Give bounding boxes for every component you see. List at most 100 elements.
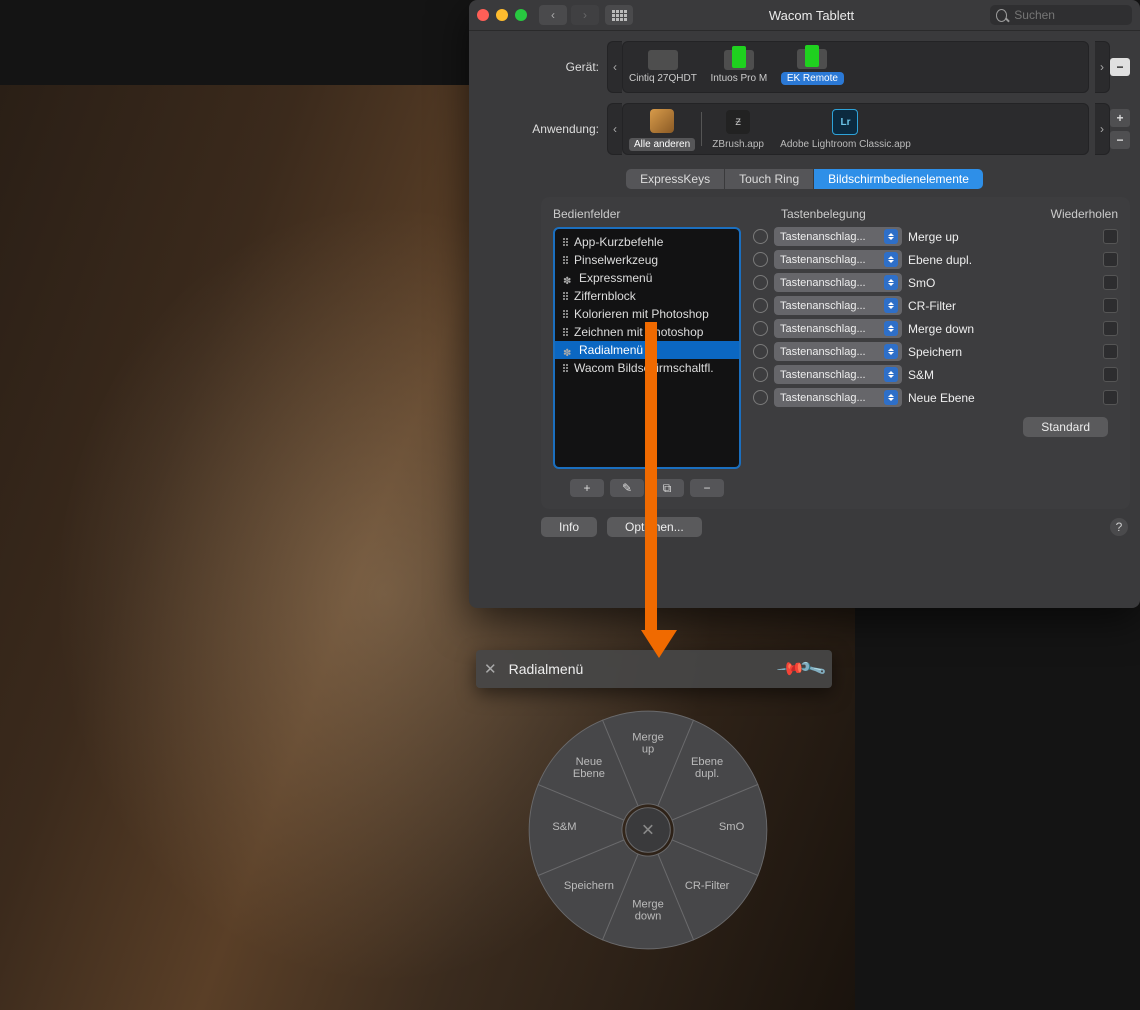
panel-delete-button[interactable]: − xyxy=(690,479,724,497)
panels-heading: Bedienfelder xyxy=(553,207,741,221)
application-item[interactable]: ƵZBrush.app xyxy=(708,108,768,150)
chevron-updown-icon xyxy=(884,229,898,244)
radial-center-close-icon[interactable]: ✕ xyxy=(641,821,655,840)
tab-touch-ring[interactable]: Touch Ring xyxy=(725,169,814,189)
panel-item[interactable]: Kolorieren mit Photoshop xyxy=(555,305,739,323)
repeat-checkbox[interactable] xyxy=(1103,275,1118,290)
assignment-label: S&M xyxy=(908,368,1097,382)
panel-item[interactable]: App-Kurzbefehle xyxy=(555,233,739,251)
application-item[interactable]: Alle anderen xyxy=(629,107,695,151)
radial-segment-label: Ebene xyxy=(573,768,605,780)
radial-segment-label: Speichern xyxy=(564,880,614,892)
tab-expresskeys[interactable]: ExpressKeys xyxy=(626,169,725,189)
device-scroll-left[interactable]: ‹ xyxy=(607,41,622,93)
assignment-type-select[interactable]: Tastenanschlag... xyxy=(774,227,902,246)
minimize-window-icon[interactable] xyxy=(496,9,508,21)
chevron-updown-icon xyxy=(884,321,898,336)
assignment-radio[interactable] xyxy=(753,367,768,382)
assignment-radio[interactable] xyxy=(753,298,768,313)
panel-item-label: Ziffernblock xyxy=(574,289,636,303)
combo-label: Tastenanschlag... xyxy=(780,369,866,381)
assignment-radio[interactable] xyxy=(753,390,768,405)
panel-item[interactable]: Wacom Bildschirmschaltfl. xyxy=(555,359,739,377)
panel-item[interactable]: Expressmenü xyxy=(555,269,739,287)
panel-add-button[interactable]: + xyxy=(570,479,604,497)
assignment-type-select[interactable]: Tastenanschlag... xyxy=(774,388,902,407)
panel-item-label: Zeichnen mit Photoshop xyxy=(574,325,703,339)
info-button[interactable]: Info xyxy=(541,517,597,537)
combo-label: Tastenanschlag... xyxy=(780,323,866,335)
zoom-window-icon[interactable] xyxy=(515,9,527,21)
repeat-checkbox[interactable] xyxy=(1103,321,1118,336)
preferences-window: ‹ › Wacom Tablett Gerät: ‹ Cintiq 27QHDT… xyxy=(469,0,1140,608)
repeat-checkbox[interactable] xyxy=(1103,390,1118,405)
radial-close-icon[interactable]: ✕ xyxy=(484,660,497,678)
panel-item[interactable]: Ziffernblock xyxy=(555,287,739,305)
repeat-checkbox[interactable] xyxy=(1103,344,1118,359)
assignment-radio[interactable] xyxy=(753,229,768,244)
repeat-checkbox[interactable] xyxy=(1103,252,1118,267)
device-item[interactable]: Intuos Pro M xyxy=(709,50,769,84)
assignment-radio[interactable] xyxy=(753,344,768,359)
app-scroll-left[interactable]: ‹ xyxy=(607,103,622,155)
grip-icon xyxy=(563,364,568,372)
panel-item-label: Expressmenü xyxy=(579,271,652,285)
device-name: Cintiq 27QHDT xyxy=(629,73,697,84)
assignment-row: Tastenanschlag...Ebene dupl. xyxy=(753,250,1118,269)
panel-item[interactable]: Radialmenü xyxy=(555,341,739,359)
standard-button[interactable]: Standard xyxy=(1023,417,1108,437)
assignment-row: Tastenanschlag...Neue Ebene xyxy=(753,388,1118,407)
app-scroll-right[interactable]: › xyxy=(1095,103,1110,155)
repeat-heading: Wiederholen xyxy=(1028,207,1118,221)
combo-label: Tastenanschlag... xyxy=(780,231,866,243)
help-button[interactable]: ? xyxy=(1110,518,1128,536)
assignments-heading: Tastenbelegung xyxy=(781,207,913,221)
combo-label: Tastenanschlag... xyxy=(780,254,866,266)
assignment-row: Tastenanschlag...Merge down xyxy=(753,319,1118,338)
wrench-icon[interactable]: 🔧 xyxy=(798,654,828,684)
search-field[interactable] xyxy=(990,5,1132,25)
panel-item[interactable]: Pinselwerkzeug xyxy=(555,251,739,269)
assignment-type-select[interactable]: Tastenanschlag... xyxy=(774,342,902,361)
assignment-type-select[interactable]: Tastenanschlag... xyxy=(774,296,902,315)
back-button[interactable]: ‹ xyxy=(539,5,567,25)
radial-segment-label: Merge xyxy=(632,899,664,911)
forward-button[interactable]: › xyxy=(571,5,599,25)
radial-segment-label: Merge xyxy=(632,731,664,743)
repeat-checkbox[interactable] xyxy=(1103,298,1118,313)
search-input[interactable] xyxy=(1012,7,1126,23)
application-icon: Lr xyxy=(828,108,862,136)
combo-label: Tastenanschlag... xyxy=(780,300,866,312)
application-icon: Ƶ xyxy=(721,108,755,136)
grip-icon xyxy=(563,310,568,318)
panel-edit-button[interactable]: ✎ xyxy=(610,479,644,497)
panel-duplicate-button[interactable]: ⧉ xyxy=(650,479,684,497)
app-add-button[interactable]: + xyxy=(1110,109,1130,127)
assignment-type-select[interactable]: Tastenanschlag... xyxy=(774,319,902,338)
assignment-radio[interactable] xyxy=(753,321,768,336)
device-scroll-right[interactable]: › xyxy=(1095,41,1110,93)
assignment-type-select[interactable]: Tastenanschlag... xyxy=(774,273,902,292)
assignment-type-select[interactable]: Tastenanschlag... xyxy=(774,365,902,384)
panel-item[interactable]: Zeichnen mit Photoshop xyxy=(555,323,739,341)
assignment-radio[interactable] xyxy=(753,252,768,267)
radial-menu[interactable]: MergeupEbenedupl.SmOCR-FilterMergedownSp… xyxy=(518,690,778,970)
app-remove-button[interactable]: − xyxy=(1110,131,1130,149)
options-button[interactable]: Optionen... xyxy=(607,517,702,537)
panel-list[interactable]: App-KurzbefehlePinselwerkzeug Expressmenü… xyxy=(553,227,741,469)
show-all-button[interactable] xyxy=(605,5,633,25)
close-window-icon[interactable] xyxy=(477,9,489,21)
assignment-type-select[interactable]: Tastenanschlag... xyxy=(774,250,902,269)
radial-segment-label: S&M xyxy=(552,821,576,833)
assignment-radio[interactable] xyxy=(753,275,768,290)
assignment-row: Tastenanschlag... S&M xyxy=(753,365,1118,384)
repeat-checkbox[interactable] xyxy=(1103,229,1118,244)
application-item[interactable]: Lr Adobe Lightroom Classic.app xyxy=(780,108,911,150)
device-item[interactable]: EK Remote xyxy=(781,49,844,85)
application-label: Anwendung: xyxy=(469,122,607,136)
device-remove-button[interactable]: − xyxy=(1110,58,1130,76)
device-item[interactable]: Cintiq 27QHDT xyxy=(629,50,697,84)
tab-bildschirmbedienelemente[interactable]: Bildschirmbedienelemente xyxy=(814,169,983,189)
repeat-checkbox[interactable] xyxy=(1103,367,1118,382)
application-name: Adobe Lightroom Classic.app xyxy=(780,139,911,150)
